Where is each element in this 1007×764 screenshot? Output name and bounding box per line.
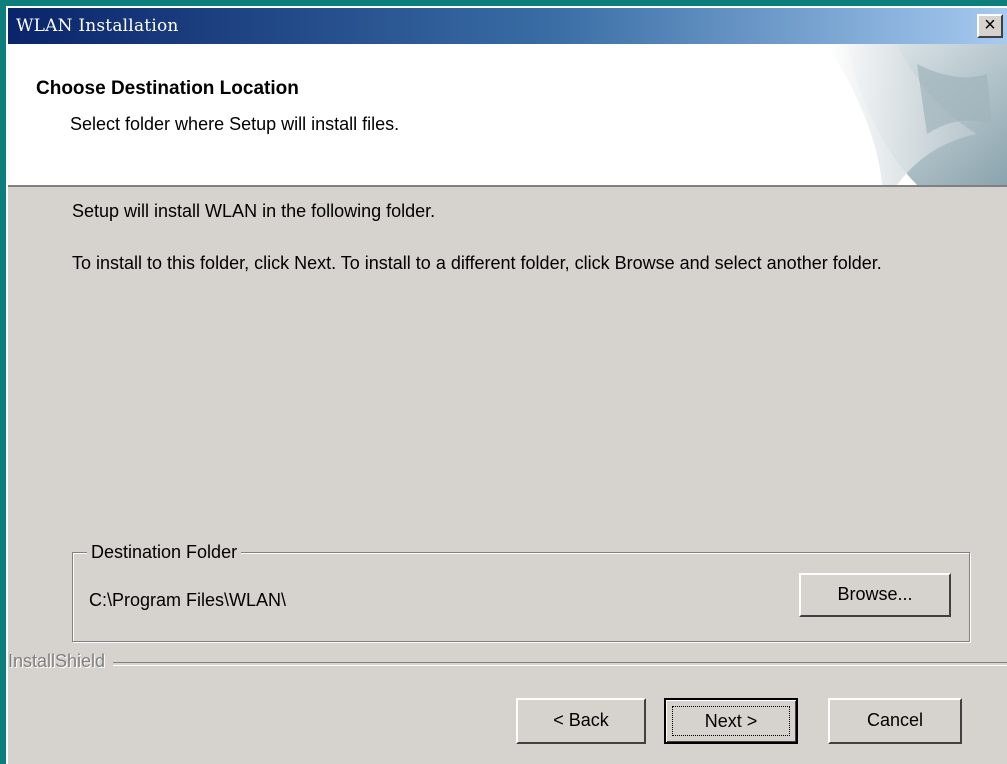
back-button-label: < Back xyxy=(553,710,609,730)
close-icon: × xyxy=(984,14,996,36)
browse-button-label: Browse... xyxy=(837,584,913,604)
header-subtitle: Select folder where Setup will install f… xyxy=(70,114,400,134)
page-curl-graphic xyxy=(827,44,1007,185)
info-line-1: Setup will install WLAN in the following… xyxy=(72,201,436,221)
cancel-button[interactable]: Cancel xyxy=(828,698,962,744)
title-bar[interactable]: WLAN Installation × xyxy=(8,8,1007,44)
installshield-brand: InstallShield xyxy=(8,651,114,672)
branding-divider xyxy=(8,662,1007,666)
destination-folder-label: Destination Folder xyxy=(87,542,242,563)
window-title: WLAN Installation xyxy=(16,16,179,36)
close-button[interactable]: × xyxy=(977,14,1003,38)
browse-button[interactable]: Browse... xyxy=(799,573,951,617)
cancel-button-label: Cancel xyxy=(866,710,924,730)
destination-path: C:\Program Files\WLAN\ xyxy=(89,590,287,610)
setup-dialog: WLAN Installation × Choose Destination L… xyxy=(6,6,1007,764)
header-title: Choose Destination Location xyxy=(36,78,299,99)
destination-folder-group: Destination Folder C:\Program Files\WLAN… xyxy=(72,542,970,642)
dialog-header: Choose Destination Location Select folde… xyxy=(8,44,1007,187)
next-button[interactable]: Next > xyxy=(664,698,798,744)
next-button-label: Next > xyxy=(672,706,790,736)
back-button[interactable]: < Back xyxy=(516,698,646,744)
info-line-2: To install to this folder, click Next. T… xyxy=(72,253,882,273)
